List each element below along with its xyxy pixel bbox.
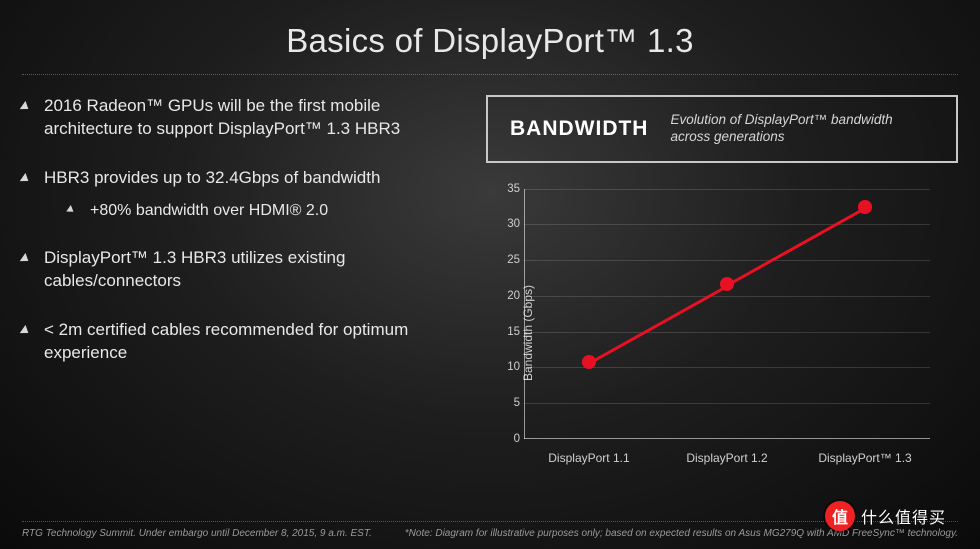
chart-y-tick: 10 — [496, 361, 520, 373]
chart-y-tick: 30 — [496, 218, 520, 230]
bullet-subitem: +80% bandwidth over HDMI® 2.0 — [68, 200, 462, 222]
chart-x-axis — [524, 438, 930, 439]
chart-header-box: BANDWIDTH Evolution of DisplayPort™ band… — [486, 95, 958, 163]
chart-box-title: BANDWIDTH — [510, 117, 648, 141]
watermark: 值 什么值得买 — [825, 501, 946, 531]
watermark-text: 什么值得买 — [861, 504, 946, 528]
chart-y-tick: 25 — [496, 254, 520, 266]
chart-line-segment — [726, 208, 865, 288]
chart-y-axis — [524, 189, 525, 439]
slide: Basics of DisplayPort™ 1.3 2016 Radeon™ … — [0, 0, 980, 549]
chart-box-subtitle: Evolution of DisplayPort™ bandwidth acro… — [670, 112, 934, 146]
bullet-item: DisplayPort™ 1.3 HBR3 utilizes existing … — [22, 247, 462, 293]
chart-gridline — [524, 403, 930, 404]
chart-plot-area: 05101520253035DisplayPort 1.1DisplayPort… — [524, 189, 930, 439]
bullet-sublist: +80% bandwidth over HDMI® 2.0 — [44, 200, 462, 222]
chart-data-point — [858, 200, 872, 214]
chart-y-tick: 20 — [496, 290, 520, 302]
footer-embargo-text: RTG Technology Summit. Under embargo unt… — [22, 528, 372, 539]
slide-title: Basics of DisplayPort™ 1.3 — [0, 0, 980, 60]
chart-y-tick: 5 — [496, 397, 520, 409]
slide-body: 2016 Radeon™ GPUs will be the first mobi… — [0, 75, 980, 483]
chart-y-tick: 15 — [496, 326, 520, 338]
chart-x-tick: DisplayPort 1.2 — [686, 451, 767, 465]
watermark-badge-icon: 值 — [825, 501, 855, 531]
bullet-item: 2016 Radeon™ GPUs will be the first mobi… — [22, 95, 462, 141]
chart-gridline — [524, 296, 930, 297]
chart-gridline — [524, 260, 930, 261]
bullet-item: HBR3 provides up to 32.4Gbps of bandwidt… — [22, 167, 462, 222]
chart-gridline — [524, 189, 930, 190]
chart-y-tick: 0 — [496, 433, 520, 445]
chart-x-tick: DisplayPort 1.1 — [548, 451, 629, 465]
bullet-column: 2016 Radeon™ GPUs will be the first mobi… — [22, 95, 462, 483]
footer: RTG Technology Summit. Under embargo unt… — [22, 521, 958, 539]
chart-column: BANDWIDTH Evolution of DisplayPort™ band… — [486, 95, 958, 483]
chart-y-tick: 35 — [496, 183, 520, 195]
chart: Bandwidth (Gbps) 05101520253035DisplayPo… — [486, 183, 938, 483]
bullet-list: 2016 Radeon™ GPUs will be the first mobi… — [22, 95, 462, 365]
chart-data-point — [720, 277, 734, 291]
bullet-item: < 2m certified cables recommended for op… — [22, 319, 462, 365]
chart-gridline — [524, 332, 930, 333]
chart-x-tick: DisplayPort™ 1.3 — [818, 451, 911, 465]
chart-data-point — [582, 355, 596, 369]
chart-gridline — [524, 224, 930, 225]
